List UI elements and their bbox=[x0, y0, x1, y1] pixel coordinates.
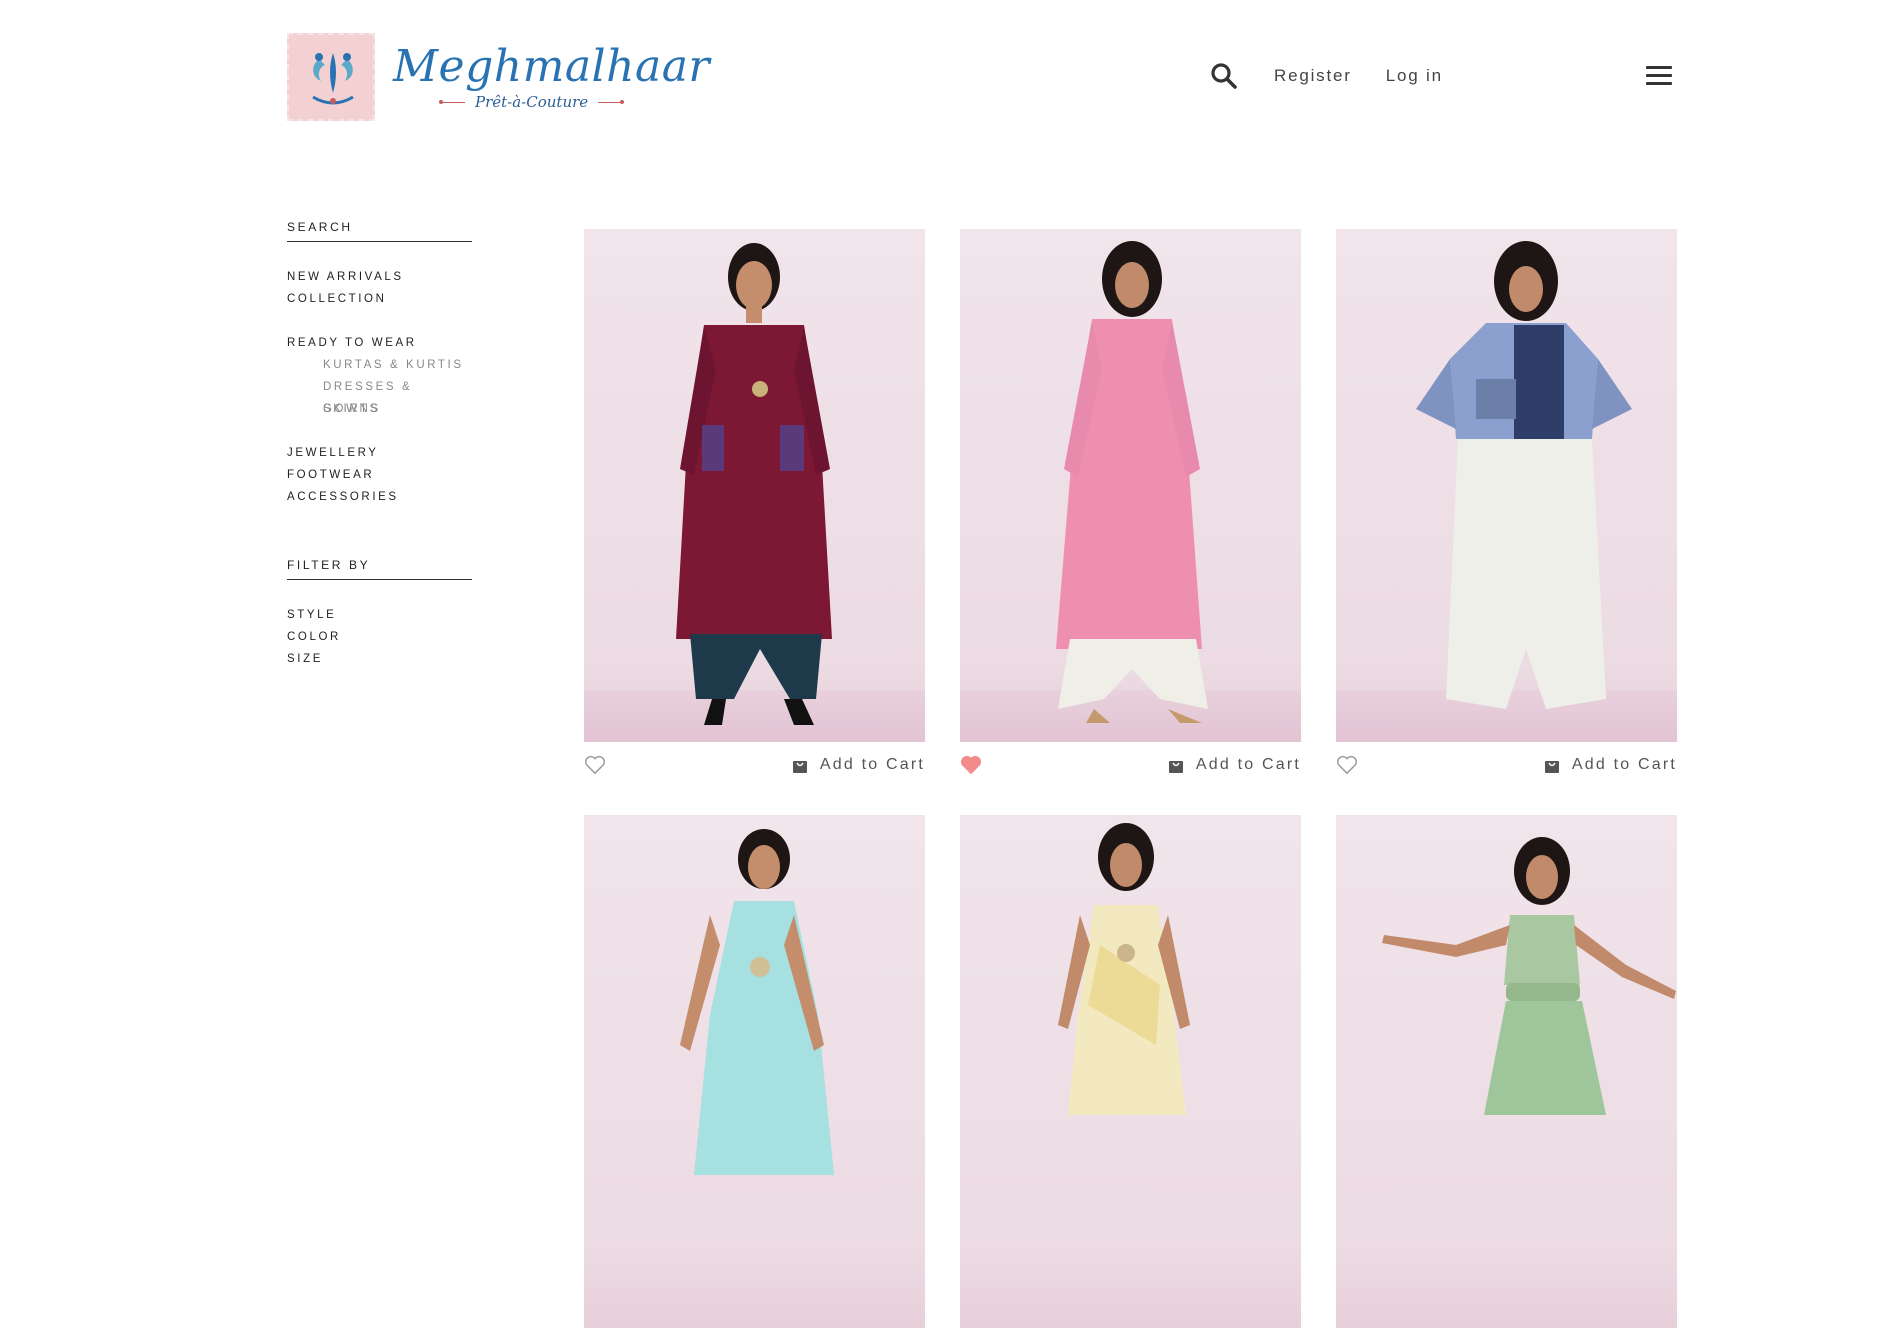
filter-style[interactable]: STYLE bbox=[287, 604, 472, 626]
logo-emblem-icon bbox=[287, 33, 375, 121]
wishlist-heart-icon[interactable] bbox=[584, 755, 606, 775]
product-card bbox=[960, 815, 1301, 1328]
product-image[interactable] bbox=[1336, 229, 1677, 742]
login-link[interactable]: Log in bbox=[1386, 66, 1443, 86]
sidebar-search-title[interactable]: SEARCH bbox=[287, 220, 472, 242]
product-image[interactable] bbox=[960, 815, 1301, 1328]
product-image[interactable] bbox=[584, 229, 925, 742]
product-card bbox=[584, 815, 925, 1328]
sidebar: SEARCH NEW ARRIVALS COLLECTION READY TO … bbox=[287, 220, 472, 670]
shopping-bag-icon bbox=[1168, 760, 1183, 773]
wishlist-heart-icon[interactable] bbox=[1336, 755, 1358, 775]
product-card bbox=[1336, 815, 1677, 1328]
product-card: Add to Cart bbox=[960, 229, 1301, 778]
add-to-cart-label: Add to Cart bbox=[1571, 756, 1677, 773]
brand-tagline: Prêt-à-Couture bbox=[475, 93, 589, 111]
filter-size[interactable]: SIZE bbox=[287, 648, 472, 670]
model-figure bbox=[1382, 837, 1676, 1115]
wishlist-heart-icon[interactable] bbox=[960, 755, 982, 775]
add-to-cart-button[interactable]: Add to Cart bbox=[1168, 756, 1301, 774]
sidebar-item-kurtas-kurtis[interactable]: KURTAS & KURTIS bbox=[287, 354, 472, 376]
filter-color[interactable]: COLOR bbox=[287, 626, 472, 648]
product-card: Add to Cart bbox=[584, 229, 925, 778]
header-nav: Register Log in bbox=[1210, 62, 1477, 90]
add-to-cart-button[interactable]: Add to Cart bbox=[792, 756, 925, 774]
sidebar-item-jewellery[interactable]: JEWELLERY bbox=[287, 442, 472, 464]
add-to-cart-label: Add to Cart bbox=[819, 756, 925, 773]
register-link[interactable]: Register bbox=[1274, 66, 1352, 86]
model-figure bbox=[1056, 241, 1208, 723]
add-to-cart-button[interactable]: Add to Cart bbox=[1544, 756, 1677, 774]
filter-list: STYLE COLOR SIZE bbox=[287, 604, 472, 670]
sidebar-item-gowns[interactable]: GOWNS bbox=[287, 398, 472, 420]
sidebar-item-collection[interactable]: COLLECTION bbox=[287, 288, 472, 310]
product-image[interactable] bbox=[1336, 815, 1677, 1328]
sidebar-item-dresses-skirts[interactable]: DRESSES & SKIRTS bbox=[287, 376, 472, 415]
shopping-bag-icon bbox=[792, 760, 807, 773]
search-icon[interactable] bbox=[1210, 62, 1238, 90]
sidebar-item-ready-to-wear[interactable]: READY TO WEAR bbox=[287, 332, 472, 354]
sidebar-item-new-arrivals[interactable]: NEW ARRIVALS bbox=[287, 266, 472, 288]
filter-by-title: FILTER BY bbox=[287, 558, 472, 580]
sidebar-item-accessories[interactable]: ACCESSORIES bbox=[287, 486, 472, 508]
brand-name: Meghmalhaar bbox=[393, 41, 710, 92]
model-figure bbox=[1058, 823, 1190, 1115]
product-image[interactable] bbox=[960, 229, 1301, 742]
menu-hamburger-icon[interactable] bbox=[1646, 66, 1672, 86]
model-figure bbox=[676, 243, 832, 725]
product-card: Add to Cart bbox=[1336, 229, 1677, 778]
site-logo[interactable]: Meghmalhaar Prêt-à-Couture bbox=[287, 33, 710, 121]
shopping-bag-icon bbox=[1544, 760, 1559, 773]
product-image[interactable] bbox=[584, 815, 925, 1328]
category-list: NEW ARRIVALS COLLECTION READY TO WEAR KU… bbox=[287, 266, 472, 508]
sidebar-item-footwear[interactable]: FOOTWEAR bbox=[287, 464, 472, 486]
model-figure bbox=[680, 829, 834, 1175]
add-to-cart-label: Add to Cart bbox=[1195, 756, 1301, 773]
model-figure bbox=[1416, 241, 1632, 709]
